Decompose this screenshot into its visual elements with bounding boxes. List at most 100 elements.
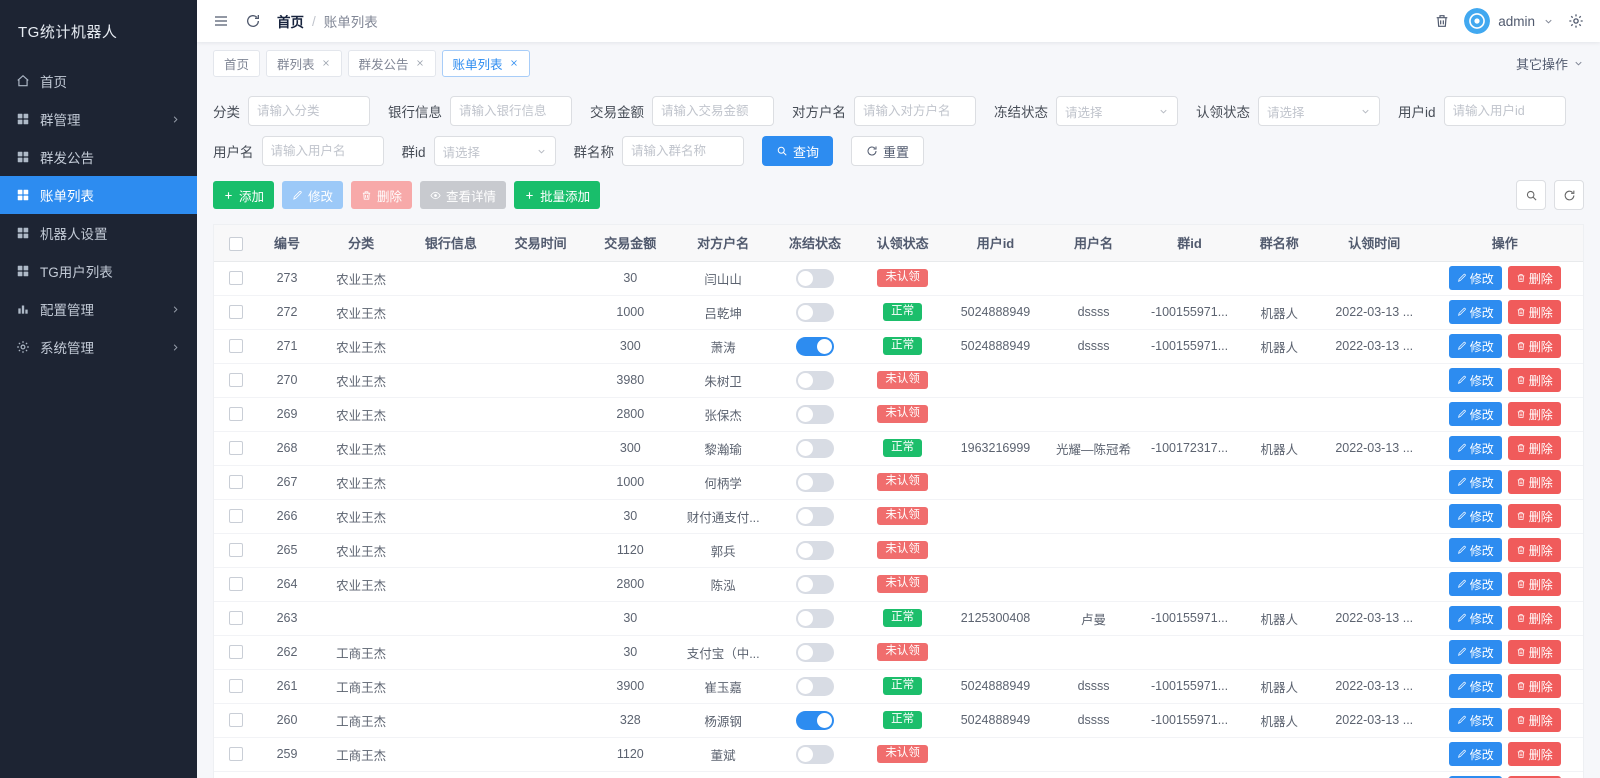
- frozen-toggle[interactable]: [795, 540, 834, 560]
- table-search-button[interactable]: [1516, 180, 1546, 210]
- sidebar-item-grid[interactable]: 群管理: [0, 100, 197, 138]
- more-actions-dropdown[interactable]: 其它操作: [1516, 54, 1584, 73]
- sidebar-item-home[interactable]: 首页: [0, 62, 197, 100]
- filter-select[interactable]: 请选择: [1258, 96, 1380, 126]
- frozen-toggle[interactable]: [795, 404, 834, 424]
- row-checkbox[interactable]: [228, 373, 243, 388]
- row-delete-button[interactable]: 删除: [1507, 708, 1561, 732]
- row-checkbox[interactable]: [228, 543, 243, 558]
- filter-input[interactable]: [248, 96, 370, 126]
- trash-icon[interactable]: [1434, 13, 1450, 29]
- row-delete-button[interactable]: 删除: [1507, 266, 1561, 290]
- frozen-toggle[interactable]: [795, 676, 834, 696]
- tab-item[interactable]: 群列表: [266, 49, 342, 77]
- close-icon[interactable]: [321, 58, 331, 68]
- tab-item[interactable]: 首页: [213, 49, 261, 77]
- row-delete-button[interactable]: 删除: [1507, 368, 1561, 392]
- refresh-icon[interactable]: [245, 13, 261, 29]
- row-delete-button[interactable]: 删除: [1507, 572, 1561, 596]
- toolbar-success-button[interactable]: 添加: [213, 181, 275, 209]
- toolbar-info-button[interactable]: 查看详情: [420, 181, 507, 209]
- filter-input[interactable]: [622, 136, 745, 166]
- row-checkbox[interactable]: [228, 407, 243, 422]
- row-edit-button[interactable]: 修改: [1448, 470, 1502, 494]
- row-checkbox[interactable]: [228, 441, 243, 456]
- row-delete-button[interactable]: 删除: [1507, 674, 1561, 698]
- frozen-toggle[interactable]: [795, 370, 834, 390]
- row-edit-button[interactable]: 修改: [1448, 674, 1502, 698]
- filter-select[interactable]: 请选择: [433, 136, 556, 166]
- tab-item[interactable]: 账单列表: [441, 49, 530, 77]
- frozen-toggle[interactable]: [795, 608, 834, 628]
- row-checkbox[interactable]: [228, 645, 243, 660]
- row-edit-button[interactable]: 修改: [1448, 436, 1502, 460]
- row-edit-button[interactable]: 修改: [1448, 300, 1502, 324]
- row-edit-button[interactable]: 修改: [1448, 266, 1502, 290]
- row-delete-button[interactable]: 删除: [1507, 504, 1561, 528]
- toolbar-danger-button[interactable]: 删除: [351, 181, 413, 209]
- row-checkbox[interactable]: [228, 475, 243, 490]
- row-checkbox[interactable]: [228, 271, 243, 286]
- filter-input[interactable]: [1443, 96, 1566, 126]
- row-edit-button[interactable]: 修改: [1448, 606, 1502, 630]
- sidebar-item-grid[interactable]: 群发公告: [0, 138, 197, 176]
- close-icon[interactable]: [509, 58, 519, 68]
- row-delete-button[interactable]: 删除: [1507, 402, 1561, 426]
- row-delete-button[interactable]: 删除: [1507, 300, 1561, 324]
- frozen-toggle[interactable]: [795, 438, 834, 458]
- row-checkbox[interactable]: [228, 509, 243, 524]
- table-refresh-button[interactable]: [1554, 180, 1584, 210]
- frozen-toggle[interactable]: [795, 302, 834, 322]
- tab-item[interactable]: 群发公告: [347, 49, 436, 77]
- sidebar-item-grid[interactable]: TG用户列表: [0, 252, 197, 290]
- frozen-toggle[interactable]: [795, 268, 834, 288]
- filter-input[interactable]: [450, 96, 572, 126]
- toolbar-primary-button[interactable]: 修改: [282, 181, 344, 209]
- filter-select[interactable]: 请选择: [1056, 96, 1178, 126]
- search-button[interactable]: 查询: [762, 136, 834, 166]
- breadcrumb-home[interactable]: 首页: [277, 11, 304, 31]
- row-checkbox[interactable]: [228, 747, 243, 762]
- toolbar-success-button[interactable]: 批量添加: [514, 181, 601, 209]
- row-delete-button[interactable]: 删除: [1507, 606, 1561, 630]
- close-icon[interactable]: [415, 58, 425, 68]
- frozen-toggle[interactable]: [795, 710, 834, 730]
- row-checkbox[interactable]: [228, 611, 243, 626]
- menu-toggle-icon[interactable]: [213, 13, 229, 29]
- filter-input[interactable]: [854, 96, 976, 126]
- frozen-toggle[interactable]: [795, 472, 834, 492]
- reset-button[interactable]: 重置: [851, 136, 925, 166]
- frozen-toggle[interactable]: [795, 642, 834, 662]
- row-checkbox[interactable]: [228, 713, 243, 728]
- row-delete-button[interactable]: 删除: [1507, 742, 1561, 766]
- frozen-toggle[interactable]: [795, 574, 834, 594]
- sidebar-item-chart[interactable]: 配置管理: [0, 290, 197, 328]
- gear-icon[interactable]: [1568, 13, 1584, 29]
- row-checkbox[interactable]: [228, 679, 243, 694]
- frozen-toggle[interactable]: [795, 744, 834, 764]
- row-delete-button[interactable]: 删除: [1507, 436, 1561, 460]
- row-edit-button[interactable]: 修改: [1448, 402, 1502, 426]
- frozen-toggle[interactable]: [795, 506, 834, 526]
- row-edit-button[interactable]: 修改: [1448, 708, 1502, 732]
- row-edit-button[interactable]: 修改: [1448, 640, 1502, 664]
- row-delete-button[interactable]: 删除: [1507, 538, 1561, 562]
- row-delete-button[interactable]: 删除: [1507, 470, 1561, 494]
- filter-input[interactable]: [261, 136, 384, 166]
- sidebar-item-grid[interactable]: 机器人设置: [0, 214, 197, 252]
- row-checkbox[interactable]: [228, 305, 243, 320]
- row-checkbox[interactable]: [228, 339, 243, 354]
- row-delete-button[interactable]: 删除: [1507, 334, 1561, 358]
- sidebar-item-grid[interactable]: 账单列表: [0, 176, 197, 214]
- user-menu[interactable]: admin: [1464, 8, 1554, 34]
- row-edit-button[interactable]: 修改: [1448, 742, 1502, 766]
- row-edit-button[interactable]: 修改: [1448, 334, 1502, 358]
- row-checkbox[interactable]: [228, 577, 243, 592]
- row-edit-button[interactable]: 修改: [1448, 504, 1502, 528]
- select-all-checkbox[interactable]: [228, 236, 243, 251]
- row-edit-button[interactable]: 修改: [1448, 368, 1502, 392]
- row-edit-button[interactable]: 修改: [1448, 538, 1502, 562]
- filter-input[interactable]: [652, 96, 774, 126]
- sidebar-item-gear[interactable]: 系统管理: [0, 328, 197, 366]
- row-delete-button[interactable]: 删除: [1507, 640, 1561, 664]
